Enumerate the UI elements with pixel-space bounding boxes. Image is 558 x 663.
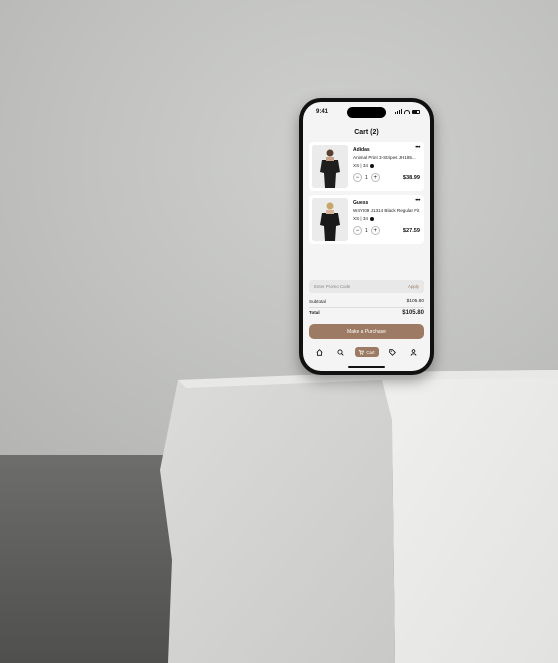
plus-button[interactable]: + — [370, 173, 380, 182]
profile-icon — [410, 348, 417, 356]
quantity-stepper: − 1 + — [353, 226, 380, 235]
product-size: XS | 34 — [353, 163, 374, 168]
subtotal-row: Subtotal $105.80 — [309, 299, 424, 304]
tab-search[interactable] — [334, 347, 348, 357]
tab-cart[interactable]: Cart — [354, 347, 379, 357]
product-price: $27.59 — [402, 228, 420, 234]
phone-screen: 9:41 Cart (2) Adidas ••• Animal Print 3-… — [303, 102, 430, 371]
cart-item-card[interactable]: Adidas ••• Animal Print 3-Stripes JH185.… — [309, 142, 424, 191]
product-brand: Adidas — [353, 147, 370, 153]
total-value: $105.80 — [402, 310, 424, 316]
product-image — [312, 198, 348, 241]
divider — [309, 307, 424, 308]
subtotal-value: $105.80 — [406, 299, 424, 304]
home-indicator — [348, 366, 385, 368]
phone-device: 9:41 Cart (2) Adidas ••• Animal Print 3-… — [299, 98, 434, 375]
cart-icon — [358, 349, 365, 355]
tab-offers[interactable] — [386, 347, 400, 357]
size-text: XS | 34 — [353, 163, 368, 168]
search-icon — [337, 348, 344, 356]
signal-icon — [395, 109, 402, 114]
total-label: Total — [309, 310, 320, 315]
tab-cart-label: Cart — [366, 349, 375, 355]
color-swatch — [369, 216, 374, 221]
promo-placeholder: Enter Promo Code — [314, 284, 351, 289]
color-swatch — [369, 163, 374, 168]
minus-button[interactable]: − — [353, 173, 362, 182]
status-time: 9:41 — [316, 109, 329, 115]
quantity-value: 1 — [365, 174, 368, 181]
wifi-icon — [404, 109, 410, 114]
apply-button[interactable]: Apply — [408, 284, 419, 289]
product-size: XS | 34 — [353, 216, 374, 221]
product-name: W4YI09 J1314 Black Regular Fit — [353, 208, 420, 213]
tag-icon — [389, 348, 396, 356]
quantity-value: 1 — [365, 227, 368, 234]
quantity-stepper: − 1 + — [353, 173, 380, 182]
more-options-icon[interactable]: ••• — [415, 145, 420, 151]
stone-pedestal — [160, 370, 558, 663]
subtotal-label: Subtotal — [309, 299, 326, 304]
plus-button[interactable]: + — [370, 226, 380, 235]
size-text: XS | 34 — [353, 216, 368, 221]
tab-home[interactable] — [313, 347, 327, 357]
more-options-icon[interactable]: ••• — [415, 198, 420, 204]
total-row: Total $105.80 — [309, 310, 424, 316]
product-image — [312, 145, 348, 188]
home-icon — [316, 348, 323, 356]
minus-button[interactable]: − — [353, 226, 362, 235]
battery-icon — [412, 109, 420, 114]
status-icons — [395, 109, 420, 114]
dynamic-island — [347, 107, 386, 118]
tab-bar: Cart — [303, 345, 430, 359]
product-name: Animal Print 3-Stripes JH185... — [353, 155, 416, 160]
make-purchase-button[interactable]: Make a Purchase — [309, 324, 424, 339]
promo-code-input[interactable]: Enter Promo Code Apply — [309, 280, 424, 293]
page-title: Cart (2) — [354, 129, 379, 136]
tab-profile[interactable] — [407, 347, 421, 357]
cart-item-card[interactable]: Guess ••• W4YI09 J1314 Black Regular Fit… — [309, 195, 424, 244]
product-brand: Guess — [353, 200, 369, 206]
product-price: $38.99 — [402, 175, 420, 181]
